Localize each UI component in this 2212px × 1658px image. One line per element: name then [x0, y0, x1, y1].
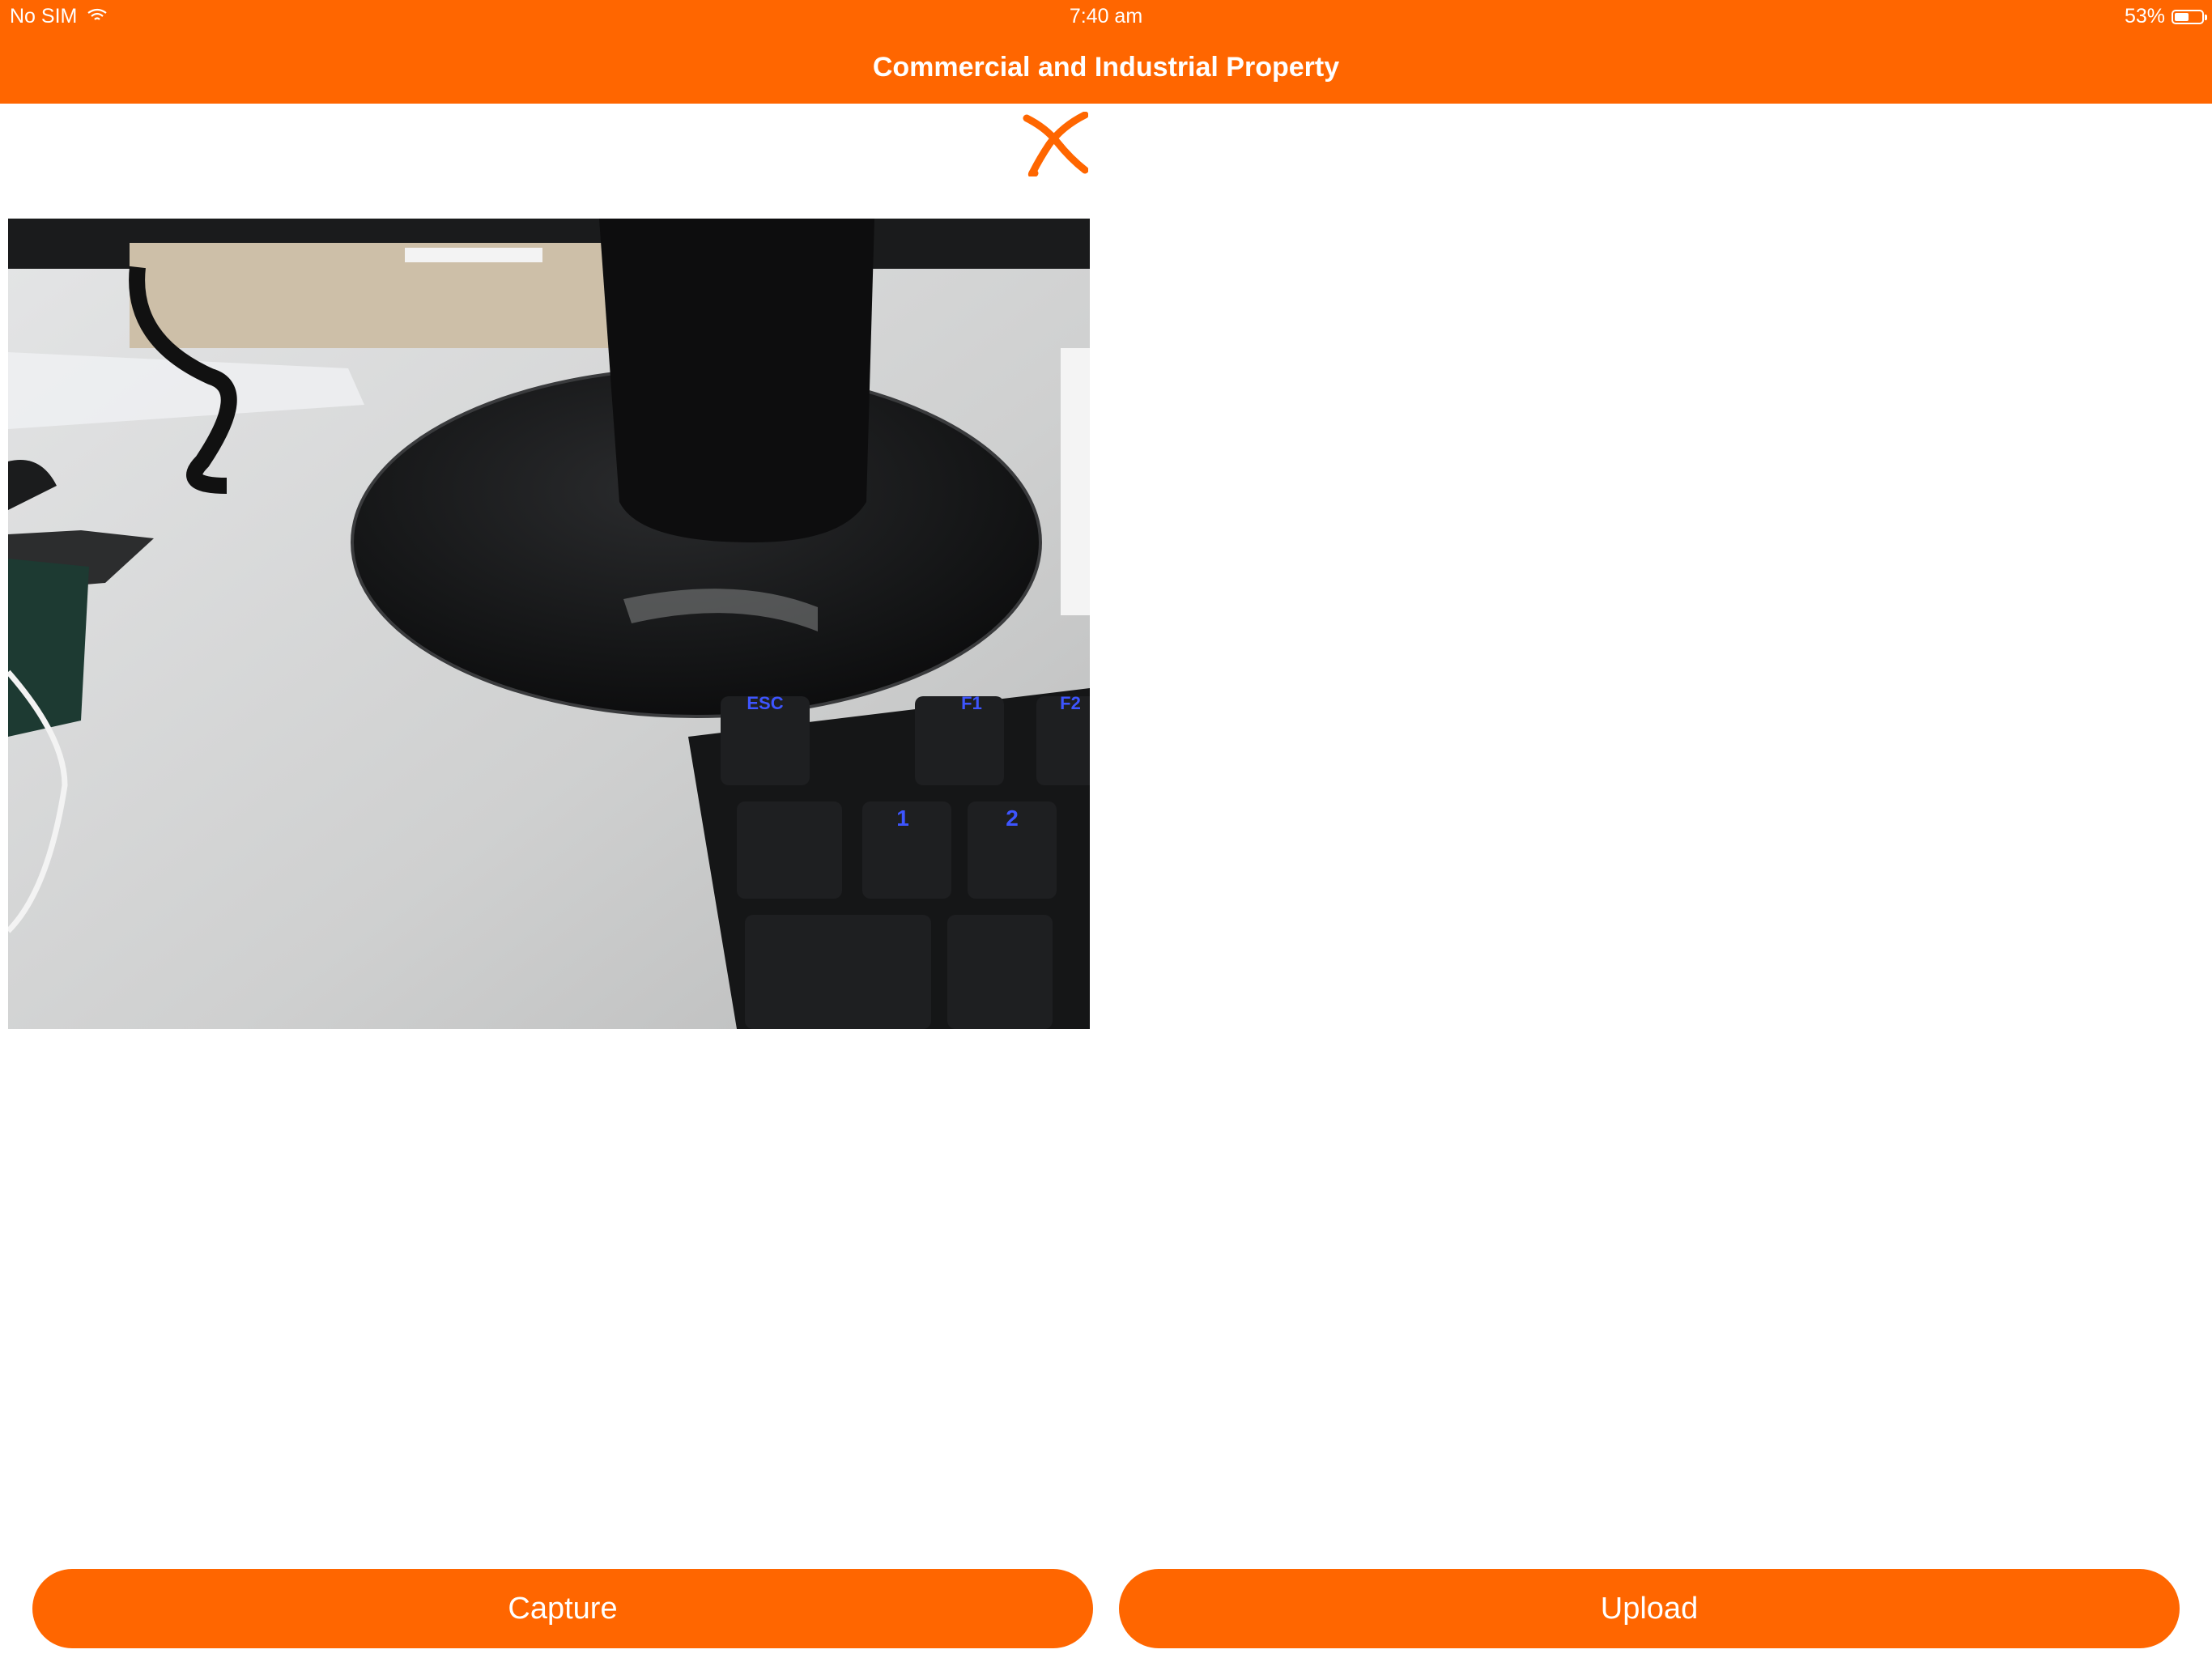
- close-button[interactable]: [1022, 111, 1089, 178]
- close-icon: [1023, 111, 1089, 178]
- captured-photo: ESC F1 F2 1 2: [8, 219, 1090, 1029]
- navigation-bar: Commercial and Industrial Property: [0, 32, 2212, 104]
- page-title: Commercial and Industrial Property: [872, 52, 1340, 83]
- capture-button-label: Capture: [508, 1591, 618, 1626]
- keycap-f1: F1: [961, 693, 982, 713]
- upload-button[interactable]: Upload: [1119, 1569, 2180, 1648]
- status-bar: No SIM 7:40 am 53%: [0, 0, 2212, 32]
- keycap-1: 1: [896, 806, 909, 831]
- keycap-esc: ESC: [747, 693, 783, 713]
- status-time: 7:40 am: [1069, 5, 1143, 28]
- keycap-f2: F2: [1060, 693, 1081, 713]
- capture-button[interactable]: Capture: [32, 1569, 1093, 1648]
- keycap-2: 2: [1006, 806, 1019, 831]
- battery-percent: 53%: [2124, 5, 2165, 28]
- battery-icon: [2172, 9, 2207, 24]
- battery-level-fill: [2175, 12, 2189, 21]
- upload-button-label: Upload: [1600, 1591, 1699, 1626]
- status-right: 53%: [2124, 5, 2207, 28]
